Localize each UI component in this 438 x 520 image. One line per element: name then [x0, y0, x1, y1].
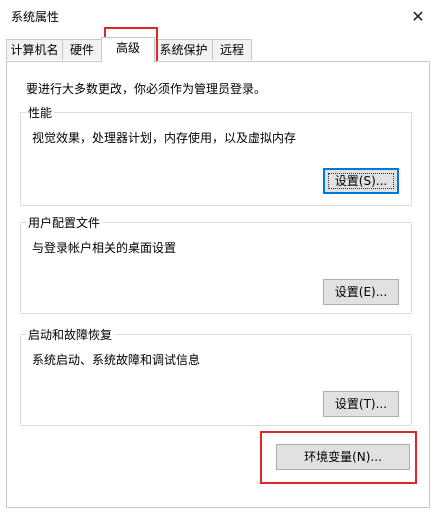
- button-label: 设置(T)...: [334, 397, 388, 411]
- tab-label: 硬件: [69, 43, 94, 57]
- tab-hardware[interactable]: 硬件: [62, 39, 102, 60]
- tab-system-protection[interactable]: 系统保护: [154, 39, 213, 60]
- env-vars-highlight-box: [260, 431, 417, 484]
- performance-group: 性能 视觉效果，处理器计划，内存使用，以及虚拟内存 设置(S)...: [20, 104, 412, 206]
- user-profiles-group: 用户配置文件 与登录帐户相关的桌面设置 设置(E)...: [20, 214, 412, 314]
- window-title: 系统属性: [11, 10, 60, 24]
- tab-label: 远程: [219, 43, 244, 57]
- tab-advanced[interactable]: 高级: [101, 37, 155, 62]
- user-profiles-settings-button[interactable]: 设置(E)...: [323, 279, 399, 305]
- admin-notice: 要进行大多数更改，你必须作为管理员登录。: [26, 82, 267, 96]
- user-profiles-description: 与登录帐户相关的桌面设置: [32, 241, 177, 255]
- performance-description: 视觉效果，处理器计划，内存使用，以及虚拟内存: [32, 131, 297, 145]
- performance-settings-button[interactable]: 设置(S)...: [323, 168, 399, 194]
- tab-label: 高级: [115, 41, 140, 55]
- user-profiles-title: 用户配置文件: [26, 214, 103, 231]
- tab-label: 系统保护: [159, 43, 208, 57]
- performance-title: 性能: [26, 104, 55, 121]
- title-bar: 系统属性 ✕: [0, 0, 438, 34]
- tab-computer-name[interactable]: 计算机名: [6, 39, 63, 60]
- startup-recovery-settings-button[interactable]: 设置(T)...: [323, 391, 399, 417]
- tab-remote[interactable]: 远程: [212, 39, 252, 60]
- close-icon[interactable]: ✕: [404, 2, 432, 30]
- startup-recovery-description: 系统启动、系统故障和调试信息: [32, 353, 201, 367]
- startup-recovery-group: 启动和故障恢复 系统启动、系统故障和调试信息 设置(T)...: [20, 326, 412, 426]
- focus-rect: [328, 173, 394, 189]
- button-label: 设置(E)...: [334, 285, 388, 299]
- tab-label: 计算机名: [10, 43, 59, 57]
- startup-recovery-title: 启动和故障恢复: [26, 326, 115, 343]
